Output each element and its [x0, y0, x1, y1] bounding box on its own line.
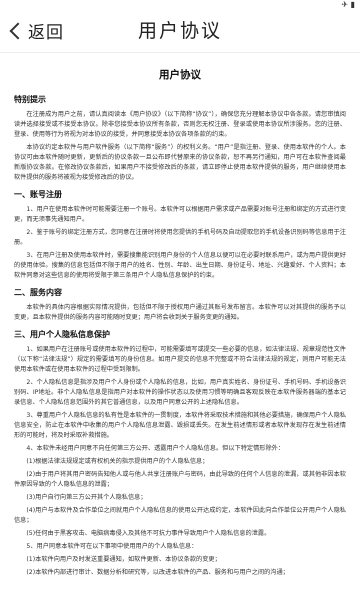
section-service: 二、服务内容 本软件的具体内容根据实际情况提供，包括但不限于授权用户通过其账号发…: [14, 287, 346, 323]
paragraph: 1、如果用户在注册账号或使用本软件的过程中，可能需要填写或提交一些必要的信息，如…: [14, 346, 346, 373]
section-privacy: 三、用户个人隐私信息保护 1、如果用户在注册账号或使用本软件的过程中，可能需要填…: [14, 329, 346, 578]
paragraph: (2)本软件内部进行审计、数据分析和研究等，以改进本软件的产品、服务和与用户之间…: [26, 569, 289, 576]
section-notice: 特别提示 在注册成为用户之前，请认真阅读本《用户协议》（以下简称“协议”），确保…: [14, 94, 346, 183]
paragraph: (4)用户与本软件及合作单位之间就用户个人隐私信息的使用公开达成约定，本软件因此…: [14, 507, 346, 524]
chevron-left-icon: [9, 22, 27, 39]
paragraph: (2)由于用户将其用户密码告知他人或与他人共享注册账户与密码，由此导致的任何个人…: [14, 471, 346, 488]
paragraph: 2、个人隐私信息是指涉及用户个人身份或个人隐私的信息，比如，用户真实姓名、身份证…: [14, 379, 346, 406]
section-heading: 三、用户个人隐私信息保护: [14, 330, 110, 339]
agreement-content[interactable]: 用户协议 特别提示 在注册成为用户之前，请认真阅读本《用户协议》（以下简称“协议…: [0, 53, 360, 600]
status-bar: ✈ ▮: [0, 0, 360, 9]
nav-bar: 返回 用户协议: [0, 9, 360, 53]
section-heading: 一、账号注册: [14, 190, 62, 199]
paragraph: 1、用户在使用本软件时可能需要注册一个账号。本软件可以根据用户需求或产品需要对账…: [14, 206, 346, 223]
section-heading: 二、服务内容: [14, 288, 62, 297]
section-heading: 特别提示: [14, 95, 46, 104]
paragraph: (1)本软件向用户及时发送重要通知，如软件更新、本协议条款的变更；: [26, 556, 221, 563]
paragraph: (3)用户自行向第三方公开其个人隐私信息；: [26, 494, 147, 501]
section-registration: 一、账号注册 1、用户在使用本软件时可能需要注册一个账号。本软件可以根据用户需求…: [14, 189, 346, 281]
paragraph: 3、在用户注册及使用本软件时，需要搜集能识别用户身份的个人信息以便可以在必要时联…: [14, 252, 346, 279]
back-button[interactable]: 返回: [0, 9, 64, 52]
document-title: 用户协议: [159, 69, 201, 81]
paragraph: 5、用户同意本软件可在以下事项中使用用户的个人隐私信息：: [26, 543, 198, 550]
paragraph: (1)根据法律法规规定或有权机关的指示提供用户的个人隐私信息；: [26, 458, 209, 465]
paragraph: 本软件的具体内容根据实际情况提供，包括但不限于授权用户通过其账号发布留言。本软件…: [14, 304, 346, 321]
paragraph: 2、鉴于账号的绑定注册方式，您同意在注册时将使用您提供的手机号码及自动提取您的手…: [14, 229, 346, 246]
paragraph: 在注册成为用户之前，请认真阅读本《用户协议》（以下简称“协议”），确保您充分理解…: [14, 111, 346, 138]
paragraph: 本协议约定本软件与用户软件服务（以下简称“服务”）的权利义务。“用户”是指注册、…: [14, 144, 346, 181]
paragraph: 4、本软件未经用户同意不向任何第三方公开、透露用户个人隐私信息。但以下特定情形除…: [26, 445, 285, 452]
status-icons: ✈ ▮: [341, 0, 355, 9]
paragraph: 3、尊重用户个人隐私信息的私有性是本软件的一贯制度，本软件将采取技术措施和其他必…: [14, 412, 346, 439]
paragraph: (5)任何由于黑客攻击、电脑病毒侵入及其他不可抗力事件导致用户个人隐私信息的泄露…: [26, 530, 271, 537]
back-label: 返回: [28, 23, 64, 43]
